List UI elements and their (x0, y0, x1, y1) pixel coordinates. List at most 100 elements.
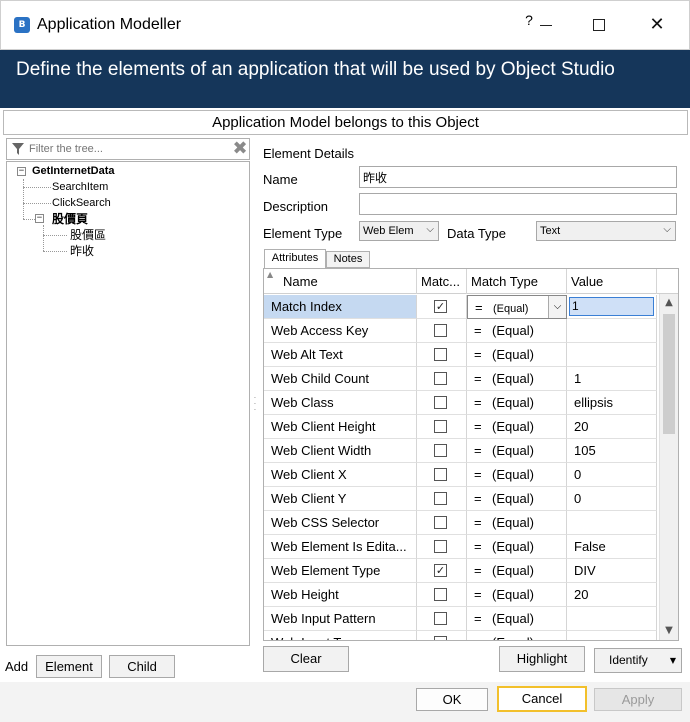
attribute-row[interactable]: Web CSS Selector = (Equal) (264, 511, 659, 535)
tree-collapse-toggle[interactable]: − (35, 214, 44, 223)
apply-button[interactable]: Apply (594, 688, 682, 711)
attribute-row[interactable]: Match Index ✓ = (Equal) ⌵ 1 (264, 295, 659, 319)
value-cell[interactable] (567, 511, 657, 535)
attribute-row[interactable]: Web Alt Text = (Equal) (264, 343, 659, 367)
column-header-match-type[interactable]: Match Type (467, 269, 567, 294)
match-checkbox[interactable] (434, 468, 447, 481)
cancel-button[interactable]: Cancel (497, 686, 587, 712)
value-cell[interactable]: ellipsis (567, 391, 657, 415)
maximize-button[interactable] (581, 9, 617, 41)
ok-button[interactable]: OK (416, 688, 488, 711)
match-type-cell[interactable]: =(Equal) (467, 607, 567, 631)
value-cell[interactable]: 0 (567, 487, 657, 511)
match-checkbox[interactable] (434, 348, 447, 361)
column-header-value[interactable]: Value (567, 269, 657, 294)
value-cell[interactable] (567, 631, 657, 640)
value-cell[interactable]: 20 (567, 583, 657, 607)
match-checkbox[interactable] (434, 516, 447, 529)
value-cell[interactable]: 0 (567, 463, 657, 487)
attribute-row[interactable]: Web Input Type =(Equal) (264, 631, 659, 640)
match-type-cell[interactable]: =(Equal) (467, 319, 567, 343)
match-type-cell[interactable]: =(Equal) (467, 511, 567, 535)
match-type-cell[interactable]: =(Equal) (467, 343, 567, 367)
tab-notes[interactable]: Notes (326, 251, 370, 268)
value-cell[interactable]: DIV (567, 559, 657, 583)
match-checkbox[interactable] (434, 324, 447, 337)
match-type-cell[interactable]: =(Equal) (467, 559, 567, 583)
match-type-cell[interactable]: = (Equal) ⌵ (467, 295, 567, 319)
match-checkbox-checked[interactable]: ✓ (434, 564, 447, 577)
value-cell[interactable]: False (567, 535, 657, 559)
tree-filter[interactable]: ✖ (6, 138, 250, 160)
match-type-cell[interactable]: =(Equal) (467, 631, 567, 640)
filter-input[interactable] (29, 140, 219, 158)
tree-node[interactable]: ClickSearch (52, 196, 111, 210)
element-tree[interactable]: − GetInternetData SearchItem ClickSearch… (6, 161, 250, 646)
scroll-down-icon[interactable]: ▼ (660, 622, 678, 640)
attribute-row[interactable]: Web Element Type ✓ = (Equal) DIV (264, 559, 659, 583)
scroll-thumb[interactable] (663, 314, 675, 434)
match-type-cell[interactable]: =(Equal) (467, 535, 567, 559)
name-field[interactable]: 昨收 (359, 166, 677, 188)
value-cell[interactable]: 1 (567, 367, 657, 391)
match-type-cell[interactable]: =(Equal) (467, 367, 567, 391)
highlight-button[interactable]: Highlight (499, 646, 585, 672)
value-cell[interactable] (567, 607, 657, 631)
tree-node[interactable]: 股價頁 (52, 212, 88, 226)
match-checkbox[interactable] (434, 420, 447, 433)
attribute-row[interactable]: Web Client Y = (Equal) 0 (264, 487, 659, 511)
match-checkbox[interactable] (434, 540, 447, 553)
match-type-cell[interactable]: =(Equal) (467, 487, 567, 511)
column-header-name[interactable]: ▲ Name (264, 269, 417, 294)
match-type-cell[interactable]: =(Equal) (467, 583, 567, 607)
match-checkbox[interactable] (434, 588, 447, 601)
attributes-grid[interactable]: ▲ Name Matc... Match Type Value Match In… (263, 268, 679, 641)
value-cell[interactable]: 105 (567, 439, 657, 463)
add-child-button[interactable]: Child (109, 655, 175, 678)
description-field[interactable] (359, 193, 677, 215)
tree-node[interactable]: 股價區 (70, 228, 106, 242)
scroll-up-icon[interactable]: ▲ (660, 294, 678, 312)
match-checkbox[interactable] (434, 492, 447, 505)
match-type-cell[interactable]: =(Equal) (467, 439, 567, 463)
match-checkbox[interactable] (434, 636, 447, 640)
vertical-scrollbar[interactable]: ▲ ▼ (659, 294, 678, 640)
add-element-button[interactable]: Element (36, 655, 102, 678)
identify-button[interactable]: Identify ▼ (594, 648, 682, 673)
attribute-row[interactable]: Web Child Count = (Equal) 1 (264, 367, 659, 391)
clear-filter-icon[interactable]: ✖ (231, 139, 249, 159)
value-cell[interactable] (567, 343, 657, 367)
attribute-row[interactable]: Web Element Is Edita... = (Equal) False (264, 535, 659, 559)
tree-collapse-toggle[interactable]: − (17, 167, 26, 176)
attribute-row[interactable]: Web Client X = (Equal) 0 (264, 463, 659, 487)
match-type-cell[interactable]: =(Equal) (467, 463, 567, 487)
attribute-row[interactable]: Web Client Width = (Equal) 105 (264, 439, 659, 463)
match-checkbox[interactable] (434, 444, 447, 457)
tree-node[interactable]: SearchItem (52, 180, 108, 194)
attribute-row[interactable]: Web Class = (Equal) ellipsis (264, 391, 659, 415)
match-type-cell[interactable]: =(Equal) (467, 415, 567, 439)
clear-button[interactable]: Clear (263, 646, 349, 672)
value-cell[interactable]: 20 (567, 415, 657, 439)
value-cell[interactable] (567, 319, 657, 343)
minimize-button[interactable] (528, 9, 564, 41)
match-checkbox[interactable] (434, 372, 447, 385)
match-type-cell[interactable]: =(Equal) (467, 391, 567, 415)
value-cell[interactable]: 1 (567, 295, 657, 319)
match-checkbox[interactable] (434, 612, 447, 625)
data-type-select[interactable]: Text ⌵ (536, 221, 676, 241)
tree-node[interactable]: GetInternetData (32, 164, 115, 178)
panel-splitter[interactable]: · · · (253, 394, 257, 420)
match-checkbox-checked[interactable]: ✓ (434, 300, 447, 313)
column-header-match[interactable]: Matc... (417, 269, 467, 294)
attribute-row[interactable]: Web Input Pattern = (Equal) (264, 607, 659, 631)
close-button[interactable]: ✕ (639, 9, 675, 41)
attribute-row[interactable]: Web Access Key = (Equal) (264, 319, 659, 343)
value-editor[interactable]: 1 (569, 297, 654, 316)
attribute-row[interactable]: Web Height = (Equal) 20 (264, 583, 659, 607)
tree-node[interactable]: 昨收 (70, 244, 94, 258)
element-type-select[interactable]: Web Elem ⌵ (359, 221, 439, 241)
attribute-row[interactable]: Web Client Height = (Equal) 20 (264, 415, 659, 439)
tab-attributes[interactable]: Attributes (264, 249, 326, 269)
match-checkbox[interactable] (434, 396, 447, 409)
